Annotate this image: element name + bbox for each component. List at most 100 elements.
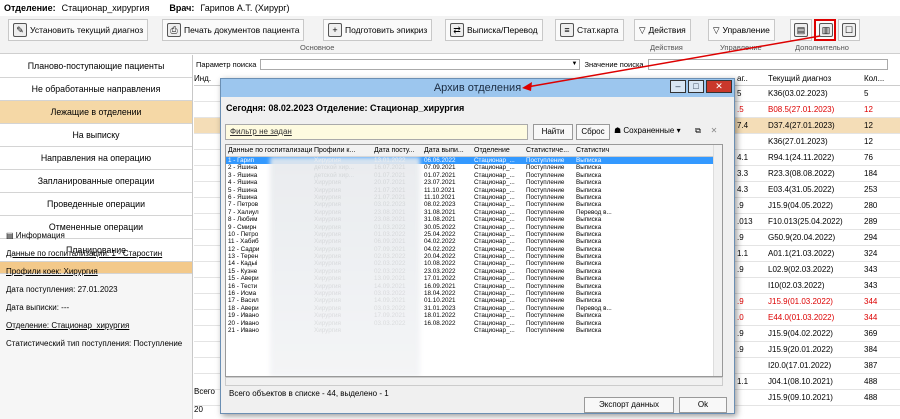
cell-kol: 369 [864, 329, 878, 338]
grid-cell: 31.01.2023 [424, 304, 456, 312]
archive-button[interactable]: ▥ [814, 19, 836, 41]
diagnosis-icon: ✎ [13, 23, 27, 37]
grid-cell: Поступление [526, 290, 565, 298]
col-kol[interactable]: Кол... [864, 74, 900, 83]
grid-cell: Стационар_... [474, 260, 515, 268]
discharge-button[interactable]: ⇄ Выписка/Перевод [445, 19, 543, 41]
cell-partial: .9 [737, 329, 744, 338]
col-ind[interactable]: Инд. [194, 74, 219, 83]
grid-col-header[interactable]: Отделение [474, 145, 524, 157]
cell-diagnosis: J15.9(01.03.2022) [768, 297, 833, 306]
manage-dropdown[interactable]: ▽ Управление [708, 19, 775, 41]
grid-cell: Поступление [526, 312, 565, 320]
cell-kol: 294 [864, 233, 878, 242]
grid-cell: 01.10.2021 [424, 297, 456, 305]
search-bar: Параметр поиска ▼ Значение поиска [196, 58, 896, 70]
printer-icon: ⎙ [167, 23, 181, 37]
set-diagnosis-button[interactable]: ✎ Установить текущий диагноз [8, 19, 149, 41]
sidebar-item-done-ops[interactable]: Проведенные операции [0, 193, 192, 216]
cell-diagnosis: K36(27.01.2023) [768, 137, 828, 146]
badge-icon: ☐ [842, 23, 856, 37]
cell-partial: .9 [737, 233, 744, 242]
grid-col-header[interactable]: Данные по госпитализации ▽ [228, 145, 312, 157]
grid-cell: Поступление [526, 282, 565, 290]
grid-cell: Стационар_... [474, 223, 515, 231]
cell-diagnosis: K36(03.02.2023) [768, 89, 828, 98]
clear-filter-icon[interactable]: ✕ [707, 124, 721, 140]
col-diag[interactable]: Текущий диагноз [768, 74, 854, 83]
grid-cell: Выписка [576, 245, 602, 253]
statcard-button[interactable]: ≡ Стат.карта [555, 19, 624, 41]
cell-kol: 344 [864, 313, 878, 322]
grid-cell: Стационар_... [474, 157, 515, 164]
cell-diagnosis: B08.5(27.01.2023) [768, 105, 835, 114]
dept-label: Отделение: [4, 3, 56, 13]
actions-dropdown[interactable]: ▽ Действия [634, 19, 691, 41]
info-profile-link[interactable]: Профили коек: Хирургия [6, 267, 187, 276]
value-input[interactable] [647, 58, 888, 70]
cell-partial: 4.3 [737, 185, 749, 194]
saved-dropdown[interactable]: ☗ Сохраненные ▾ [614, 124, 689, 140]
info-panel: ▤ Информация Данные по госпитализации: 1… [0, 228, 193, 360]
grid-cell: 01.07.2021 [424, 171, 456, 179]
cell-kol: 343 [864, 265, 878, 274]
sidebar-item-surgery-referrals[interactable]: Направления на операцию [0, 147, 192, 170]
extra-button-1[interactable]: ▤ [790, 19, 812, 41]
patient-transfer-icon: ⇄ [450, 23, 464, 37]
sidebar-item-unprocessed[interactable]: Не обработанные направления [0, 78, 192, 101]
horizontal-scrollbar[interactable] [225, 377, 723, 386]
find-button[interactable]: Найти [533, 124, 573, 140]
minimize-icon[interactable]: – [670, 80, 686, 93]
info-dept-link[interactable]: Отделение: Стационар_хирургия [6, 321, 187, 330]
info-hosp-link[interactable]: Данные по госпитализации: 1 - Старостин [6, 249, 187, 258]
prepare-epicrisis-button[interactable]: + Подготовить эпикриз [323, 19, 433, 41]
grid-col-header[interactable]: Статистиче... [526, 145, 574, 157]
extra-button-3[interactable]: ☐ [838, 19, 860, 41]
grid-cell: 31.08.2021 [424, 216, 456, 224]
sidebar-item-discharge[interactable]: На выписку [0, 124, 192, 147]
param-select[interactable]: ▼ [260, 58, 581, 70]
col-partial[interactable]: аг.. [737, 74, 767, 83]
cell-kol: 488 [864, 393, 878, 402]
maximize-icon[interactable]: □ [688, 80, 704, 93]
grid-cell: 11.10.2021 [424, 193, 456, 201]
ok-button[interactable]: Ok [679, 397, 727, 413]
sidebar-item-scheduled-ops[interactable]: Запланированные операции [0, 170, 192, 193]
cell-kol: 488 [864, 377, 878, 386]
grid-cell: Поступление [526, 304, 565, 312]
cell-diagnosis: R23.3(08.08.2022) [768, 169, 835, 178]
filter-link[interactable]: Фильтр не задан [225, 124, 528, 140]
info-stat-type: Статистический тип поступления: Поступле… [6, 339, 183, 348]
cell-diagnosis: G50.9(20.04.2022) [768, 233, 836, 242]
grid-cell: Стационар_... [474, 186, 515, 194]
dialog-title: Архив отделения [433, 82, 522, 94]
add-filter-icon[interactable]: ⧉ [691, 124, 705, 140]
bottom-total: Всего [194, 387, 215, 396]
grid-col-header[interactable]: Профили к... [314, 145, 372, 157]
grid-col-header[interactable]: Дата выпи... [424, 145, 472, 157]
grid-cell: Стационар_... [474, 304, 515, 312]
export-button[interactable]: Экспорт данных [584, 397, 674, 413]
grid-cell: Стационар_... [474, 253, 515, 261]
grid-cell: Поступление [526, 201, 565, 209]
grid-cell: Поступление [526, 164, 565, 172]
cell-diagnosis: I20.0(17.01.2022) [768, 361, 832, 370]
vertical-scrollbar[interactable] [713, 145, 722, 376]
grid-col-header[interactable]: Дата посту... [374, 145, 422, 157]
grid-cell: Стационар_... [474, 238, 515, 246]
grid-cell: Поступление [526, 186, 565, 194]
grid-cell: Выписка [576, 223, 602, 231]
grid-col-header[interactable]: Статистич [576, 145, 626, 157]
grid-cell: Перевод в... [576, 304, 612, 312]
sidebar-item-planned[interactable]: Планово-поступающие пациенты [0, 55, 192, 78]
print-docs-button[interactable]: ⎙ Печать документов пациента [162, 19, 305, 41]
close-icon[interactable]: ✕ [706, 80, 732, 93]
grid-cell: Стационар_... [474, 171, 515, 179]
grid-cell: Выписка [576, 282, 602, 290]
grid-cell: Поступление [526, 193, 565, 201]
reset-button[interactable]: Сброс [576, 124, 610, 140]
group-manage-label: Управление [720, 43, 762, 52]
grid-cell: 04.02.2022 [424, 238, 456, 246]
grid-cell: 18.01.2022 [424, 312, 456, 320]
sidebar-item-inpatients[interactable]: Лежащие в отделении [0, 101, 192, 124]
